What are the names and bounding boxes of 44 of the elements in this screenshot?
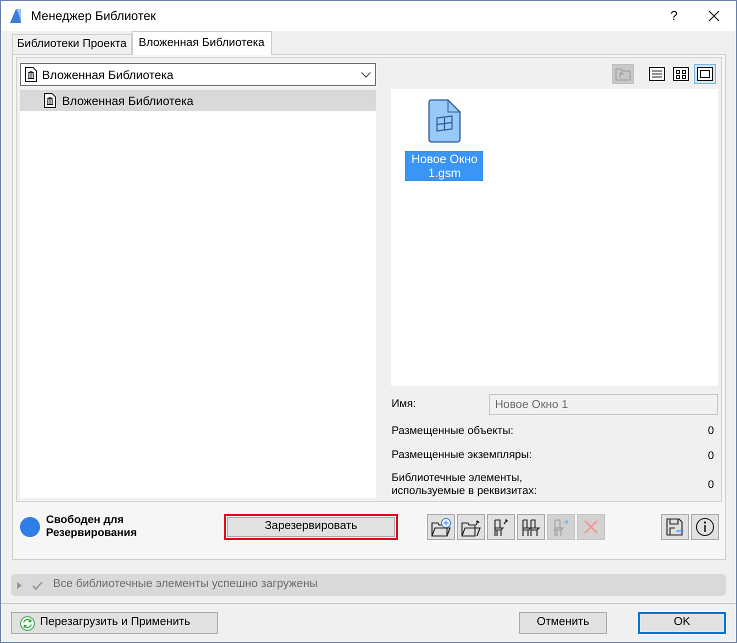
grid-view-icon — [673, 66, 689, 82]
window-title: Менеджер Библиотек — [31, 8, 157, 25]
reservation-status: Свободен для Резервирования — [46, 514, 138, 540]
view-button[interactable] — [694, 64, 716, 84]
property-label: Размещенные объекты: — [391, 424, 514, 438]
app-logo-icon — [9, 8, 23, 24]
refresh-icon — [20, 616, 35, 630]
property-value: 0 — [708, 424, 715, 439]
library-icon — [44, 93, 56, 108]
property-value: 0 — [708, 478, 715, 493]
check-icon — [32, 580, 43, 590]
ok-button[interactable]: OK — [638, 612, 726, 634]
status-message: Все библиотечные элементы успешно загружены — [53, 577, 318, 592]
toolbar-button[interactable] — [517, 514, 545, 540]
toolbar-button[interactable] — [427, 514, 455, 540]
toolbar-button[interactable] — [691, 514, 719, 540]
save-icon — [665, 517, 685, 537]
toolbar-button[interactable] — [487, 514, 515, 540]
dropdown-value: Вложенная Библиотека — [42, 66, 174, 84]
window-file-icon[interactable] — [428, 99, 461, 144]
property-label: Размещенные экземпляры: — [391, 449, 532, 462]
help-button[interactable]: ? — [656, 6, 692, 26]
chevron-down-icon — [361, 72, 372, 78]
close-icon[interactable] — [708, 10, 720, 22]
cancel-button[interactable]: Отменить — [519, 612, 607, 634]
toolbar-button[interactable] — [661, 514, 689, 540]
library-dropdown[interactable]: Вложенная Библиотека — [20, 63, 376, 86]
property-value: 0 — [708, 448, 715, 464]
toolbar-button[interactable] — [457, 514, 485, 540]
tab[interactable]: Вложенная Библиотека — [132, 30, 272, 55]
tree-item[interactable]: Вложенная Библиотека — [20, 90, 376, 111]
reserve-button[interactable]: Зарезервировать — [224, 514, 398, 540]
property-label: Библиотечные элементы, используемые в реквизитах: — [391, 472, 538, 498]
chairs-icon — [521, 517, 541, 537]
name-field[interactable]: Новое Окно 1 — [489, 394, 718, 415]
tab[interactable]: Библиотеки Проекта — [12, 34, 132, 54]
library-icon — [25, 67, 37, 82]
large-icon-view-icon — [697, 66, 713, 82]
add-folder-icon — [431, 517, 451, 537]
reload-apply-button[interactable]: Перезагрузить и Применить — [11, 612, 218, 634]
info-icon — [695, 517, 715, 537]
name-label: Имя: — [391, 397, 416, 412]
folder-up-icon — [615, 66, 631, 82]
list-view-icon — [649, 66, 665, 82]
